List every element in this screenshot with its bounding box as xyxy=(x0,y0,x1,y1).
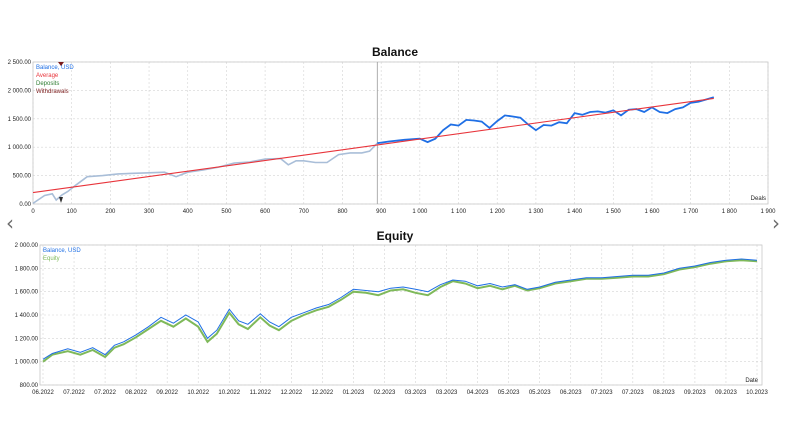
equity-x-ticks: 06.2022 07.2022 07.2022 08.2022 09.2022 10.20… xyxy=(32,390,768,396)
equity-x-tick-label: 12.2022 xyxy=(280,390,302,396)
equity-x-tick-label: 06.2022 xyxy=(32,390,54,396)
equity-x-tick-label: 10.2022 xyxy=(187,390,209,396)
equity-grid xyxy=(40,244,762,386)
equity-x-tick-label: 07.2022 xyxy=(63,390,85,396)
balance-x-tick-label: 1 300 xyxy=(528,209,544,215)
withdrawal-bottom-marker xyxy=(59,197,63,203)
balance-x-tick-label: 900 xyxy=(376,209,387,215)
balance-legend-entry: Balance, USD xyxy=(36,65,74,71)
equity-x-tick-label: 08.2022 xyxy=(125,390,147,396)
balance-y-tick-label: 0.00 xyxy=(19,202,31,208)
equity-x-tick-label: 01.2023 xyxy=(343,390,365,396)
equity-legend-entry: Equity xyxy=(43,256,60,262)
balance-x-tick-label: 1 000 xyxy=(412,209,428,215)
equity-x-tick-label: 07.2023 xyxy=(622,390,644,396)
balance-x-tick-label: 500 xyxy=(221,209,232,215)
balance-chart-title: Balance xyxy=(372,45,418,59)
balance-x-tick-label: 700 xyxy=(299,209,310,215)
balance-y-tick-label: 1 000.00 xyxy=(8,145,32,151)
balance-y-tick-label: 2 500.00 xyxy=(8,60,32,66)
balance-x-axis-label: Deals xyxy=(751,196,766,202)
equity-y-tick-label: 1 400.00 xyxy=(15,313,39,319)
equity-balance-series-line xyxy=(42,258,758,360)
equity-y-tick-label: 1 800.00 xyxy=(15,266,39,272)
balance-y-ticks: 0.00 500.00 1 000.00 1 500.00 2 000.00 2 500.… xyxy=(8,60,32,208)
equity-y-tick-label: 1 000.00 xyxy=(15,360,39,366)
equity-y-ticks: 800.00 1 000.00 1 200.00 1 400.00 1 600.00 1 … xyxy=(15,243,39,389)
balance-x-tick-label: 1 100 xyxy=(451,209,467,215)
equity-x-tick-label: 09.2023 xyxy=(684,390,706,396)
balance-x-tick-label: 1 500 xyxy=(606,209,622,215)
equity-x-tick-label: 06.2023 xyxy=(560,390,582,396)
balance-x-tick-label: 1 200 xyxy=(490,209,506,215)
equity-x-tick-label: 05.2023 xyxy=(498,390,520,396)
equity-legend-entry: Balance, USD xyxy=(43,248,81,254)
equity-x-axis-label: Date xyxy=(745,378,758,384)
equity-y-tick-label: 1 200.00 xyxy=(15,336,39,342)
balance-x-tick-label: 1 600 xyxy=(644,209,660,215)
equity-x-tick-label: 07.2023 xyxy=(591,390,613,396)
balance-chart: Balance 0.00 500.00 1 000.00 1 500.00 2 000.… xyxy=(8,45,777,215)
equity-chart-title: Equity xyxy=(377,229,414,243)
balance-x-tick-label: 800 xyxy=(337,209,348,215)
equity-x-tick-label: 05.2023 xyxy=(529,390,551,396)
equity-x-tick-label: 11.2022 xyxy=(250,390,272,396)
balance-x-tick-label: 0 xyxy=(31,209,35,215)
charts-canvas: Balance 0.00 500.00 1 000.00 1 500.00 2 000.… xyxy=(8,45,777,396)
balance-plot-frame xyxy=(32,61,769,205)
balance-series xyxy=(32,96,715,205)
balance-x-tick-label: 1 900 xyxy=(760,209,776,215)
equity-x-tick-label: 10.2022 xyxy=(218,390,240,396)
equity-x-tick-label: 12.2022 xyxy=(312,390,334,396)
equity-x-tick-label: 09.2023 xyxy=(715,390,737,396)
equity-x-tick-label: 04.2023 xyxy=(467,390,489,396)
balance-series-line xyxy=(377,96,715,145)
balance-x-tick-label: 300 xyxy=(144,209,155,215)
balance-x-tick-label: 1 800 xyxy=(722,209,738,215)
balance-y-tick-label: 500.00 xyxy=(13,174,32,180)
average-series-line xyxy=(32,97,714,194)
equity-x-tick-label: 10.2023 xyxy=(746,390,768,396)
equity-x-tick-label: 02.2023 xyxy=(374,390,396,396)
equity-series xyxy=(42,258,758,363)
balance-y-tick-label: 2 000.00 xyxy=(8,88,32,94)
balance-legend-entry: Average xyxy=(36,73,59,79)
equity-y-tick-label: 800.00 xyxy=(20,383,39,389)
balance-x-ticks: 0 100 200 300 400 500 600 700 800 900 1 000 1 100 1 … xyxy=(31,209,776,215)
equity-y-tick-label: 1 600.00 xyxy=(15,290,39,296)
equity-x-tick-label: 03.2023 xyxy=(405,390,427,396)
balance-x-tick-label: 200 xyxy=(105,209,116,215)
balance-legend-entry: Deposits xyxy=(36,81,59,87)
balance-legend: Balance, USD Average Deposits Withdrawals xyxy=(36,65,74,95)
equity-y-tick-label: 2 000.00 xyxy=(15,243,39,249)
balance-legend-entry: Withdrawals xyxy=(36,89,69,95)
equity-x-tick-label: 09.2022 xyxy=(156,390,178,396)
equity-legend: Balance, USD Equity xyxy=(43,248,81,262)
equity-x-tick-label: 07.2022 xyxy=(94,390,116,396)
balance-grid xyxy=(32,61,769,205)
equity-x-tick-label: 03.2023 xyxy=(436,390,458,396)
balance-x-tick-label: 100 xyxy=(67,209,78,215)
balance-x-tick-label: 400 xyxy=(183,209,194,215)
balance-x-tick-label: 1 400 xyxy=(567,209,583,215)
balance-x-tick-label: 1 700 xyxy=(683,209,699,215)
equity-chart: Equity 800.00 1 000.00 1 200.00 1 400.00 1 6… xyxy=(15,229,769,396)
equity-x-tick-label: 08.2023 xyxy=(653,390,675,396)
balance-x-tick-label: 600 xyxy=(260,209,271,215)
balance-y-tick-label: 1 500.00 xyxy=(8,117,32,123)
